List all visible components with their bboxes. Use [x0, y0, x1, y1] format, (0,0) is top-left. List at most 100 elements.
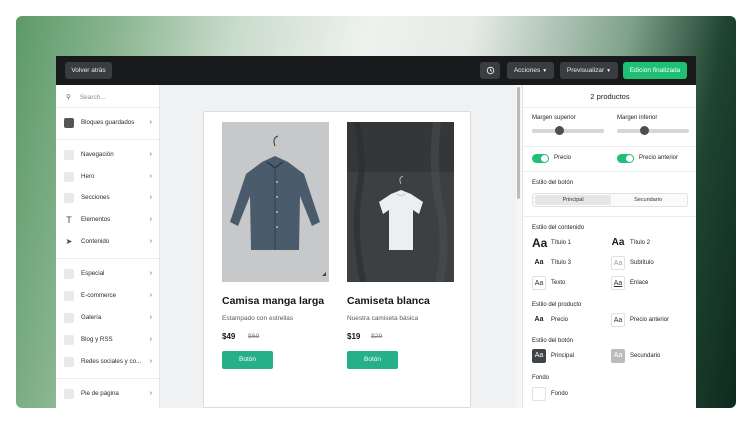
chevron-right-icon: › [149, 216, 152, 223]
slider-handle[interactable] [640, 126, 649, 135]
button-style-segmented[interactable]: Principal Secundario [532, 193, 688, 207]
background-swatch[interactable] [532, 387, 546, 401]
product-subtitle: Estampado con estrellas [222, 315, 294, 322]
sidebar-item-label: E-commerce [81, 292, 117, 299]
search-icon: ⚲ [66, 94, 71, 101]
sidebar-item-social[interactable]: Redes sociales y co... › [64, 355, 154, 369]
old-price-toggle[interactable] [617, 154, 634, 163]
preview-dropdown[interactable]: Previsualizar ▼ [560, 62, 618, 79]
chevron-right-icon: › [149, 119, 152, 126]
chevron-right-icon: › [149, 292, 152, 299]
sidebar-item-hero[interactable]: Hero › [64, 170, 154, 184]
sidebar-item-label: Hero [81, 173, 95, 180]
toggle-knob [626, 155, 633, 162]
chevron-right-icon: › [149, 390, 152, 397]
subtitle-swatch[interactable]: Aa [611, 256, 625, 270]
sidebar-item-elements[interactable]: T Elementos › [64, 213, 154, 227]
segment-secondary[interactable]: Secundario [610, 195, 686, 205]
background-heading: Fondo [532, 375, 550, 381]
sidebar-item-label: Especial [81, 270, 105, 277]
sidebar-item-label: Blog y RSS [81, 336, 113, 343]
sidebar-item-label: Galería [81, 314, 102, 321]
product-old-price: $69 [248, 333, 260, 340]
sidebar-item-label: Secciones [81, 194, 110, 201]
sidebar-item-navigation[interactable]: Navegación › [64, 148, 154, 162]
title3-swatch[interactable]: Aa [532, 256, 546, 270]
sidebar-item-blog[interactable]: Blog y RSS › [64, 333, 154, 347]
old-price-label: Precio anterior [630, 317, 670, 323]
twitter-icon [64, 357, 74, 367]
product-style-heading: Estilo del producto [532, 302, 582, 308]
sidebar-item-label: Navegación [81, 151, 114, 158]
rss-icon [64, 335, 74, 345]
margin-bottom-slider[interactable] [617, 126, 689, 135]
sidebar-item-footer[interactable]: Pie de página › [64, 387, 154, 401]
title2-swatch[interactable]: Aa [611, 236, 625, 250]
price-toggle[interactable] [532, 154, 549, 163]
subtitle-label: Subtítulo [630, 260, 654, 266]
margin-top-slider[interactable] [532, 126, 604, 135]
back-button[interactable]: Volver atrás [65, 62, 112, 79]
denim-shirt-image [230, 135, 326, 276]
sidebar-item-label: Contenido [81, 238, 110, 245]
old-price-swatch[interactable]: Aa [611, 313, 625, 327]
price-label: Precio [551, 317, 569, 323]
toggle-knob [541, 155, 548, 162]
old-price-toggle-label: Precio anterior [639, 155, 679, 161]
price-swatch[interactable]: Aa [532, 313, 546, 327]
product-button[interactable]: Botón [347, 351, 398, 369]
sidebar-item-gallery[interactable]: Galería › [64, 311, 154, 325]
actions-label: Acciones [513, 67, 541, 74]
button-style-heading-2: Estilo del botón [532, 338, 574, 344]
divider [523, 216, 696, 217]
footer-icon [64, 389, 74, 399]
search-input[interactable]: Search... [80, 94, 106, 101]
sidebar-search[interactable]: ⚲ Search... [66, 92, 106, 104]
title2-label: Título 2 [630, 240, 651, 246]
product-price: $19 [347, 332, 361, 341]
product-subtitle: Nuestra camiseta básica [347, 315, 419, 322]
chevron-right-icon: › [149, 358, 152, 365]
price-toggle-label: Precio [554, 155, 572, 161]
product-price: $49 [222, 332, 236, 341]
history-button[interactable] [480, 62, 500, 79]
top-toolbar: Volver atrás Acciones ▼ Previsualizar ▼ Ed… [56, 56, 696, 85]
sidebar-item-content[interactable]: ➤ Contenido › [64, 235, 154, 249]
link-swatch[interactable]: Aa [611, 276, 625, 290]
sidebar-item-special[interactable]: Especial › [64, 267, 154, 281]
sidebar-item-saved-blocks[interactable]: Bloques guardados › [64, 116, 154, 130]
text-swatch[interactable]: Aa [532, 276, 546, 290]
chevron-right-icon: › [149, 270, 152, 277]
divider [523, 146, 696, 147]
products-block[interactable]: Camisa manga larga Estampado con estrell… [203, 111, 471, 408]
divider [56, 378, 159, 379]
actions-dropdown[interactable]: Acciones ▼ [507, 62, 554, 79]
divider [56, 139, 159, 140]
sidebar-item-ecommerce[interactable]: E-commerce › [64, 289, 154, 303]
chevron-right-icon: › [149, 194, 152, 201]
editor-window: Volver atrás Acciones ▼ Previsualizar ▼ Ed… [56, 56, 696, 408]
settings-panel: 2 productos Margen superior Margen infer… [522, 85, 696, 408]
button-style-heading: Estilo del botón [532, 180, 574, 186]
secondary-button-swatch[interactable]: Aa [611, 349, 625, 363]
product-button[interactable]: Botón [222, 351, 273, 369]
product-title: Camisa manga larga [222, 295, 325, 307]
blocks-sidebar: ⚲ Search... Bloques guardados › Navegaci… [56, 85, 160, 408]
bookmark-icon [64, 118, 74, 128]
scrollbar-thumb[interactable] [517, 87, 520, 199]
caret-down-icon: ▼ [606, 68, 612, 74]
finish-editing-button[interactable]: Edición finalizada [623, 62, 687, 79]
sidebar-item-sections[interactable]: Secciones › [64, 191, 154, 205]
product-image-shirt[interactable] [222, 122, 329, 282]
product-image-tshirt[interactable] [347, 122, 454, 282]
product-old-price: $29 [371, 333, 383, 340]
segment-primary[interactable]: Principal [535, 195, 611, 205]
slider-handle[interactable] [555, 126, 564, 135]
white-tshirt-image [347, 122, 454, 282]
link-label: Enlace [630, 280, 649, 286]
product-title: Camiseta blanca [347, 295, 430, 307]
title1-label: Título 1 [551, 240, 572, 246]
primary-button-swatch[interactable]: Aa [532, 349, 546, 363]
title1-swatch[interactable]: Aa [532, 236, 547, 250]
divider [56, 107, 159, 108]
